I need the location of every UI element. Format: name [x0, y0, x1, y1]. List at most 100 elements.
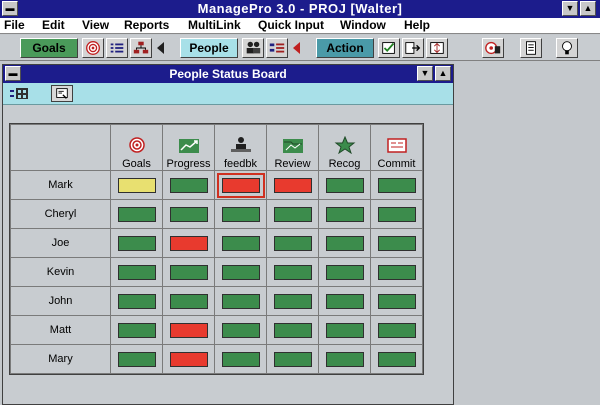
- status-indicator-red[interactable]: [169, 235, 208, 251]
- status-indicator-red[interactable]: [216, 172, 265, 198]
- person-name[interactable]: Joe: [10, 228, 111, 258]
- maximize-button[interactable]: ▲: [580, 1, 596, 16]
- goals-target-icon[interactable]: [82, 38, 104, 58]
- action-button[interactable]: Action: [316, 38, 374, 58]
- menu-file[interactable]: File: [4, 18, 25, 33]
- column-header-recog[interactable]: Recog: [318, 124, 371, 171]
- status-indicator-green[interactable]: [273, 293, 312, 309]
- table-row: Joe: [10, 228, 423, 258]
- person-name[interactable]: Kevin: [10, 257, 111, 287]
- menu-multilink[interactable]: MultiLink: [188, 18, 241, 33]
- status-cell: [162, 228, 215, 258]
- status-indicator-yellow[interactable]: [117, 177, 156, 193]
- status-indicator-green[interactable]: [325, 351, 364, 367]
- status-indicator-green[interactable]: [117, 206, 156, 222]
- status-indicator-green[interactable]: [273, 264, 312, 280]
- goals-list-icon[interactable]: [106, 38, 128, 58]
- status-indicator-green[interactable]: [377, 264, 416, 280]
- action-resize-icon[interactable]: [426, 38, 448, 58]
- status-cell: [266, 344, 319, 374]
- status-indicator-green[interactable]: [221, 264, 260, 280]
- people-group-icon[interactable]: [242, 38, 264, 58]
- status-indicator-green[interactable]: [221, 293, 260, 309]
- menu-quick-input[interactable]: Quick Input: [258, 18, 324, 33]
- menu-help[interactable]: Help: [404, 18, 430, 33]
- action-checklist-icon[interactable]: [378, 38, 400, 58]
- goals-tree-icon[interactable]: [130, 38, 152, 58]
- column-header-progress[interactable]: Progress: [162, 124, 215, 171]
- menu-edit[interactable]: Edit: [42, 18, 65, 33]
- profile-target-icon[interactable]: [482, 38, 504, 58]
- status-indicator-green[interactable]: [221, 206, 260, 222]
- board-print-icon[interactable]: [51, 85, 73, 102]
- board-toolbar: [3, 83, 453, 105]
- status-indicator-green[interactable]: [273, 235, 312, 251]
- status-indicator-green[interactable]: [325, 177, 364, 193]
- status-indicator-green[interactable]: [117, 264, 156, 280]
- status-cell: [266, 315, 319, 345]
- status-grid: Goals Progress feedbk Review Recog Commi…: [9, 123, 424, 375]
- status-indicator-red[interactable]: [169, 351, 208, 367]
- board-list-view-icon[interactable]: [9, 85, 31, 102]
- help-bulb-icon[interactable]: [556, 38, 578, 58]
- status-indicator-green[interactable]: [169, 177, 208, 193]
- status-indicator-green[interactable]: [117, 293, 156, 309]
- status-indicator-green[interactable]: [221, 351, 260, 367]
- menu-reports[interactable]: Reports: [124, 18, 169, 33]
- status-indicator-green[interactable]: [377, 351, 416, 367]
- status-indicator-green[interactable]: [325, 322, 364, 338]
- document-icon[interactable]: [520, 38, 542, 58]
- status-cell: [370, 257, 423, 287]
- board-minimize-button[interactable]: ▼: [417, 66, 433, 81]
- table-row: Kevin: [10, 257, 423, 287]
- menu-window[interactable]: Window: [340, 18, 386, 33]
- status-indicator-green[interactable]: [325, 264, 364, 280]
- status-indicator-red[interactable]: [273, 177, 312, 193]
- status-indicator-green[interactable]: [325, 206, 364, 222]
- person-name[interactable]: Cheryl: [10, 199, 111, 229]
- status-cell: [266, 170, 319, 200]
- app-title-bar[interactable]: ▬ ManagePro 3.0 - PROJ [Walter] ▼ ▲: [0, 0, 600, 18]
- status-indicator-green[interactable]: [377, 293, 416, 309]
- status-indicator-green[interactable]: [221, 235, 260, 251]
- action-forward-icon[interactable]: [402, 38, 424, 58]
- status-indicator-green[interactable]: [273, 206, 312, 222]
- status-indicator-green[interactable]: [117, 235, 156, 251]
- status-indicator-green[interactable]: [325, 235, 364, 251]
- board-title-bar[interactable]: ▬ People Status Board ▼ ▲: [3, 65, 453, 83]
- status-cell: [266, 257, 319, 287]
- column-header-review[interactable]: Review: [266, 124, 319, 171]
- status-indicator-green[interactable]: [377, 206, 416, 222]
- board-maximize-button[interactable]: ▲: [435, 66, 451, 81]
- status-indicator-red[interactable]: [169, 322, 208, 338]
- status-indicator-green[interactable]: [169, 264, 208, 280]
- status-indicator-green[interactable]: [377, 235, 416, 251]
- status-cell: [370, 170, 423, 200]
- status-cell: [318, 315, 371, 345]
- person-name[interactable]: Matt: [10, 315, 111, 345]
- person-name[interactable]: John: [10, 286, 111, 316]
- status-cell: [370, 315, 423, 345]
- status-indicator-green[interactable]: [377, 322, 416, 338]
- status-indicator-green[interactable]: [325, 293, 364, 309]
- person-name[interactable]: Mary: [10, 344, 111, 374]
- status-indicator-green[interactable]: [169, 206, 208, 222]
- goals-button[interactable]: Goals: [20, 38, 78, 58]
- status-indicator-green[interactable]: [117, 322, 156, 338]
- column-header-feedbk[interactable]: feedbk: [214, 124, 267, 171]
- status-indicator-green[interactable]: [273, 351, 312, 367]
- menu-view[interactable]: View: [82, 18, 109, 33]
- column-header-commit[interactable]: Commit: [370, 124, 423, 171]
- status-indicator-green[interactable]: [377, 177, 416, 193]
- status-indicator-green[interactable]: [117, 351, 156, 367]
- people-button[interactable]: People: [180, 38, 238, 58]
- status-indicator-green[interactable]: [221, 322, 260, 338]
- person-name[interactable]: Mark: [10, 170, 111, 200]
- minimize-button[interactable]: ▼: [562, 1, 578, 16]
- status-indicator-green[interactable]: [273, 322, 312, 338]
- status-indicator-green[interactable]: [169, 293, 208, 309]
- status-cell: [110, 199, 163, 229]
- column-header-goals[interactable]: Goals: [110, 124, 163, 171]
- people-list-icon[interactable]: [266, 38, 288, 58]
- status-cell: [162, 170, 215, 200]
